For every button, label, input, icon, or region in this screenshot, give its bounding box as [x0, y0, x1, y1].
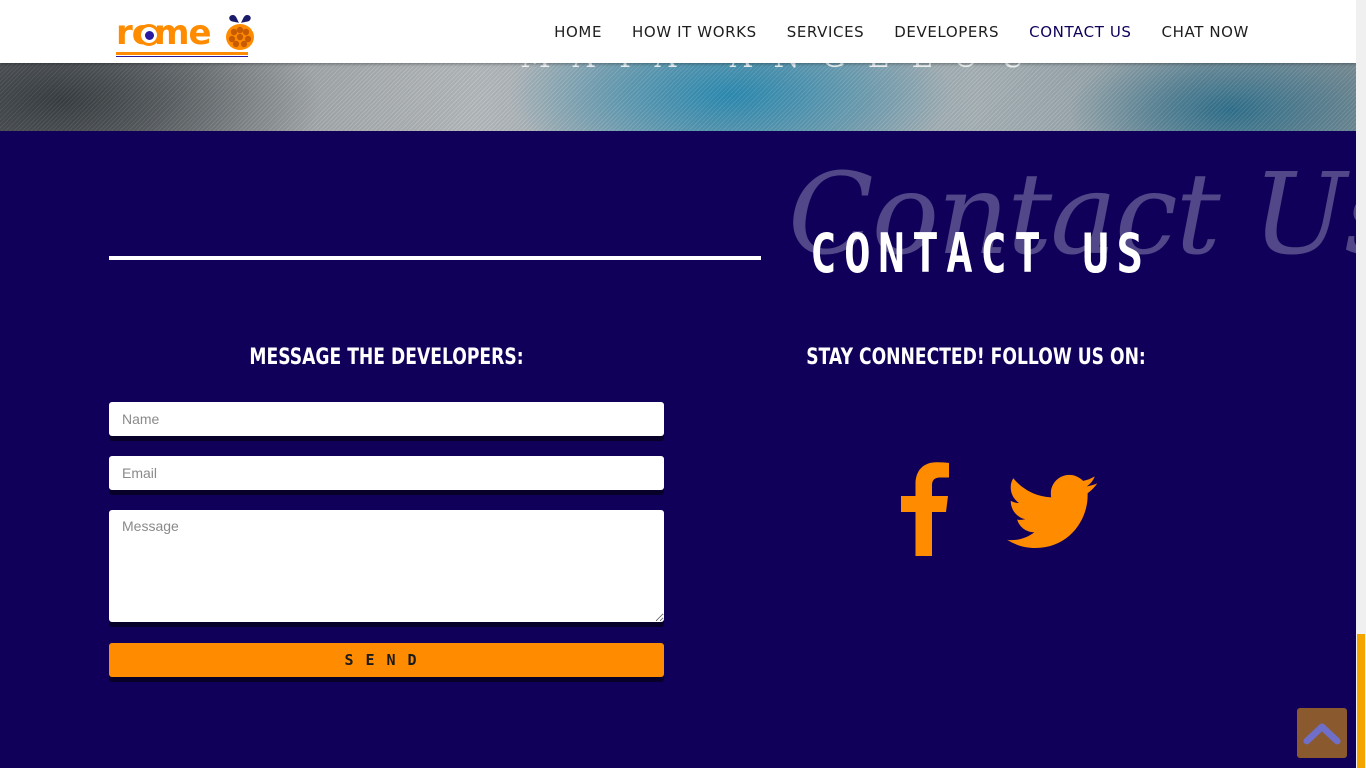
nav-chat-now[interactable]: CHAT NOW	[1162, 23, 1249, 41]
logo-underline-thin	[116, 56, 248, 57]
nav-how-it-works[interactable]: HOW IT WORKS	[632, 23, 757, 41]
twitter-icon[interactable]	[1007, 474, 1097, 550]
send-button[interactable]: SEND	[109, 643, 664, 677]
form-heading: MESSAGE THE DEVELOPERS:	[249, 345, 524, 370]
section-title: CONTACT US	[810, 222, 1151, 285]
social-heading: STAY CONNECTED! FOLLOW US ON:	[806, 345, 1146, 370]
logo-wordmark: rome	[116, 13, 212, 53]
page-scrollbar[interactable]	[1356, 0, 1366, 768]
back-to-top-button[interactable]	[1297, 708, 1347, 758]
main-nav: HOME HOW IT WORKS SERVICES DEVELOPERS CO…	[524, 0, 1249, 63]
top-navbar: rome HOME HOW IT WORKS SERVICES DEVELOPE…	[0, 0, 1356, 63]
raspberry-icon	[226, 15, 254, 50]
section-title-divider	[109, 256, 761, 260]
facebook-icon[interactable]	[898, 460, 950, 556]
scrollbar-thumb[interactable]	[1357, 634, 1365, 768]
nav-developers[interactable]: DEVELOPERS	[894, 23, 999, 41]
nav-services[interactable]: SERVICES	[787, 23, 865, 41]
nav-contact-us[interactable]: CONTACT US	[1029, 23, 1131, 41]
name-field[interactable]	[109, 402, 664, 436]
nav-home[interactable]: HOME	[554, 23, 602, 41]
message-field[interactable]	[109, 510, 664, 622]
email-field[interactable]	[109, 456, 664, 490]
logo-underline	[116, 52, 248, 55]
chevron-up-icon	[1303, 723, 1341, 744]
logo-eye-icon	[138, 24, 160, 46]
site-logo[interactable]: rome	[116, 13, 256, 57]
